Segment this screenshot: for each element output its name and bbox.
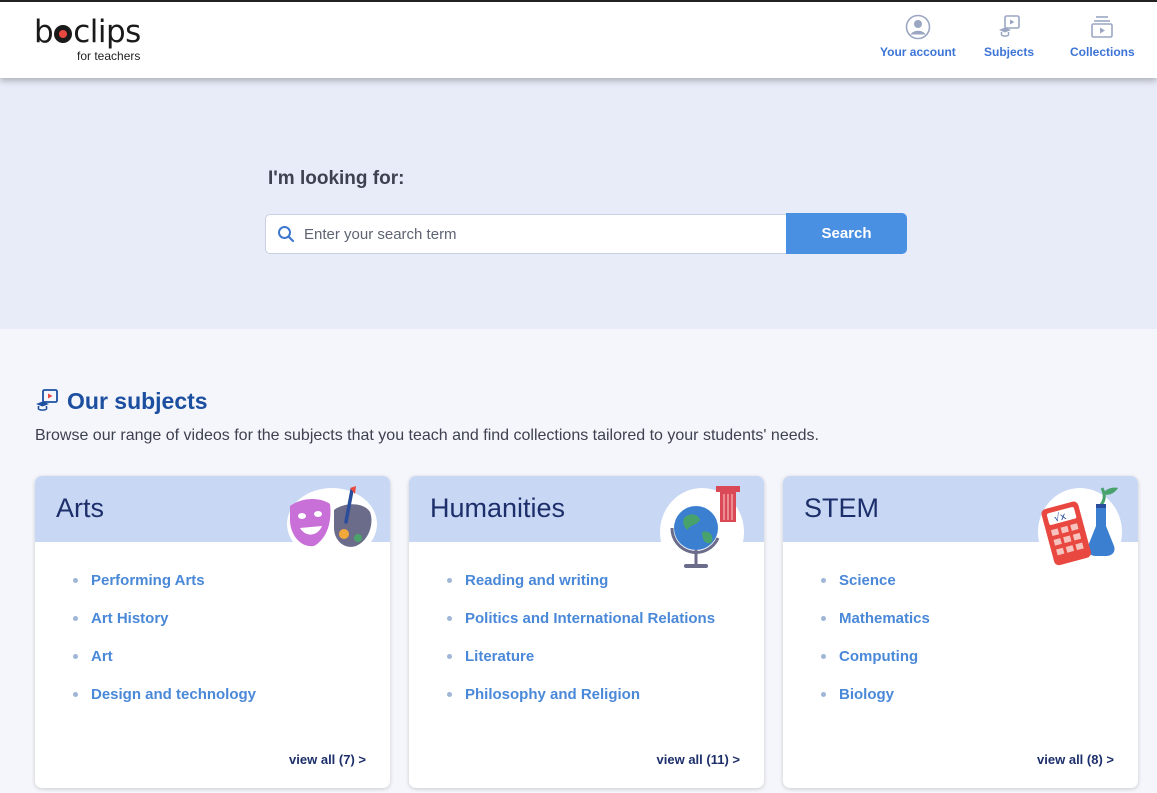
subject-link[interactable]: Performing Arts	[73, 572, 256, 610]
subject-list: Science Mathematics Computing Biology	[821, 572, 930, 724]
bullet	[447, 616, 452, 621]
view-all-link[interactable]: view all (11) >	[657, 752, 740, 767]
subject-card-humanities: Humanities Reading and writing Politics …	[409, 476, 764, 788]
bullet	[821, 692, 826, 697]
subject-link[interactable]: Reading and writing	[447, 572, 715, 610]
search-hero: I'm looking for: Search	[0, 78, 1157, 329]
top-header: b clips for teachers Your account Subject…	[0, 0, 1157, 78]
view-all-link[interactable]: view all (7) >	[289, 752, 366, 767]
subjects-icon	[999, 15, 1020, 37]
theatre-masks-palette-icon	[287, 486, 377, 560]
globe-column-icon	[660, 486, 744, 576]
bullet	[447, 692, 452, 697]
nav-label-account: Your account	[880, 45, 956, 59]
subject-link[interactable]: Art	[73, 648, 256, 686]
card-title: STEM	[804, 493, 880, 523]
subject-list: Performing Arts Art History Art Design a…	[73, 572, 256, 724]
subject-link[interactable]: Design and technology	[73, 686, 256, 724]
card-title: Humanities	[430, 493, 566, 523]
logo-o-mark	[54, 25, 73, 43]
bullet	[447, 654, 452, 659]
bullet	[821, 578, 826, 583]
card-title: Arts	[56, 493, 105, 523]
subject-link[interactable]: Biology	[821, 686, 930, 724]
subjects-section-icon	[36, 389, 58, 411]
boclips-logo[interactable]: b clips for teachers	[34, 14, 141, 63]
nav-subjects[interactable]: Subjects	[984, 14, 1034, 59]
nav-your-account[interactable]: Your account	[880, 14, 956, 59]
logo-subtitle: for teachers	[77, 49, 141, 63]
nav-label-subjects: Subjects	[984, 45, 1035, 59]
subjects-description: Browse our range of videos for the subje…	[35, 427, 819, 444]
search-box[interactable]	[265, 214, 789, 254]
bullet	[821, 616, 826, 621]
search-icon	[278, 226, 295, 243]
calculator-flask-icon: √x	[1038, 487, 1122, 576]
subject-link[interactable]: Politics and International Relations	[447, 610, 715, 648]
subject-card-stem: STEM √x Science Mathematics Computing Bi…	[783, 476, 1138, 788]
bullet	[821, 654, 826, 659]
subject-link[interactable]: Mathematics	[821, 610, 930, 648]
nav-label-collections: Collections	[1070, 45, 1135, 59]
search-input[interactable]	[304, 215, 774, 253]
logo-wordmark: b clips	[34, 14, 141, 50]
bullet	[73, 654, 78, 659]
subject-link[interactable]: Science	[821, 572, 930, 610]
subject-link[interactable]: Philosophy and Religion	[447, 686, 715, 724]
account-icon	[905, 14, 931, 40]
subject-link[interactable]: Literature	[447, 648, 715, 686]
bullet	[73, 616, 78, 621]
subject-link[interactable]: Computing	[821, 648, 930, 686]
view-all-link[interactable]: view all (8) >	[1037, 752, 1114, 767]
subject-link[interactable]: Art History	[73, 610, 256, 648]
subject-card-arts: Arts Performing Arts Art History Art Des…	[35, 476, 390, 788]
search-heading: I'm looking for:	[268, 168, 405, 189]
bullet	[73, 578, 78, 583]
nav-collections[interactable]: Collections	[1070, 14, 1135, 59]
bullet	[73, 692, 78, 697]
search-button[interactable]: Search	[786, 213, 907, 254]
collections-icon	[1091, 16, 1114, 38]
bullet	[447, 578, 452, 583]
subject-list: Reading and writing Politics and Interna…	[447, 572, 715, 724]
subjects-title: Our subjects	[67, 388, 208, 414]
